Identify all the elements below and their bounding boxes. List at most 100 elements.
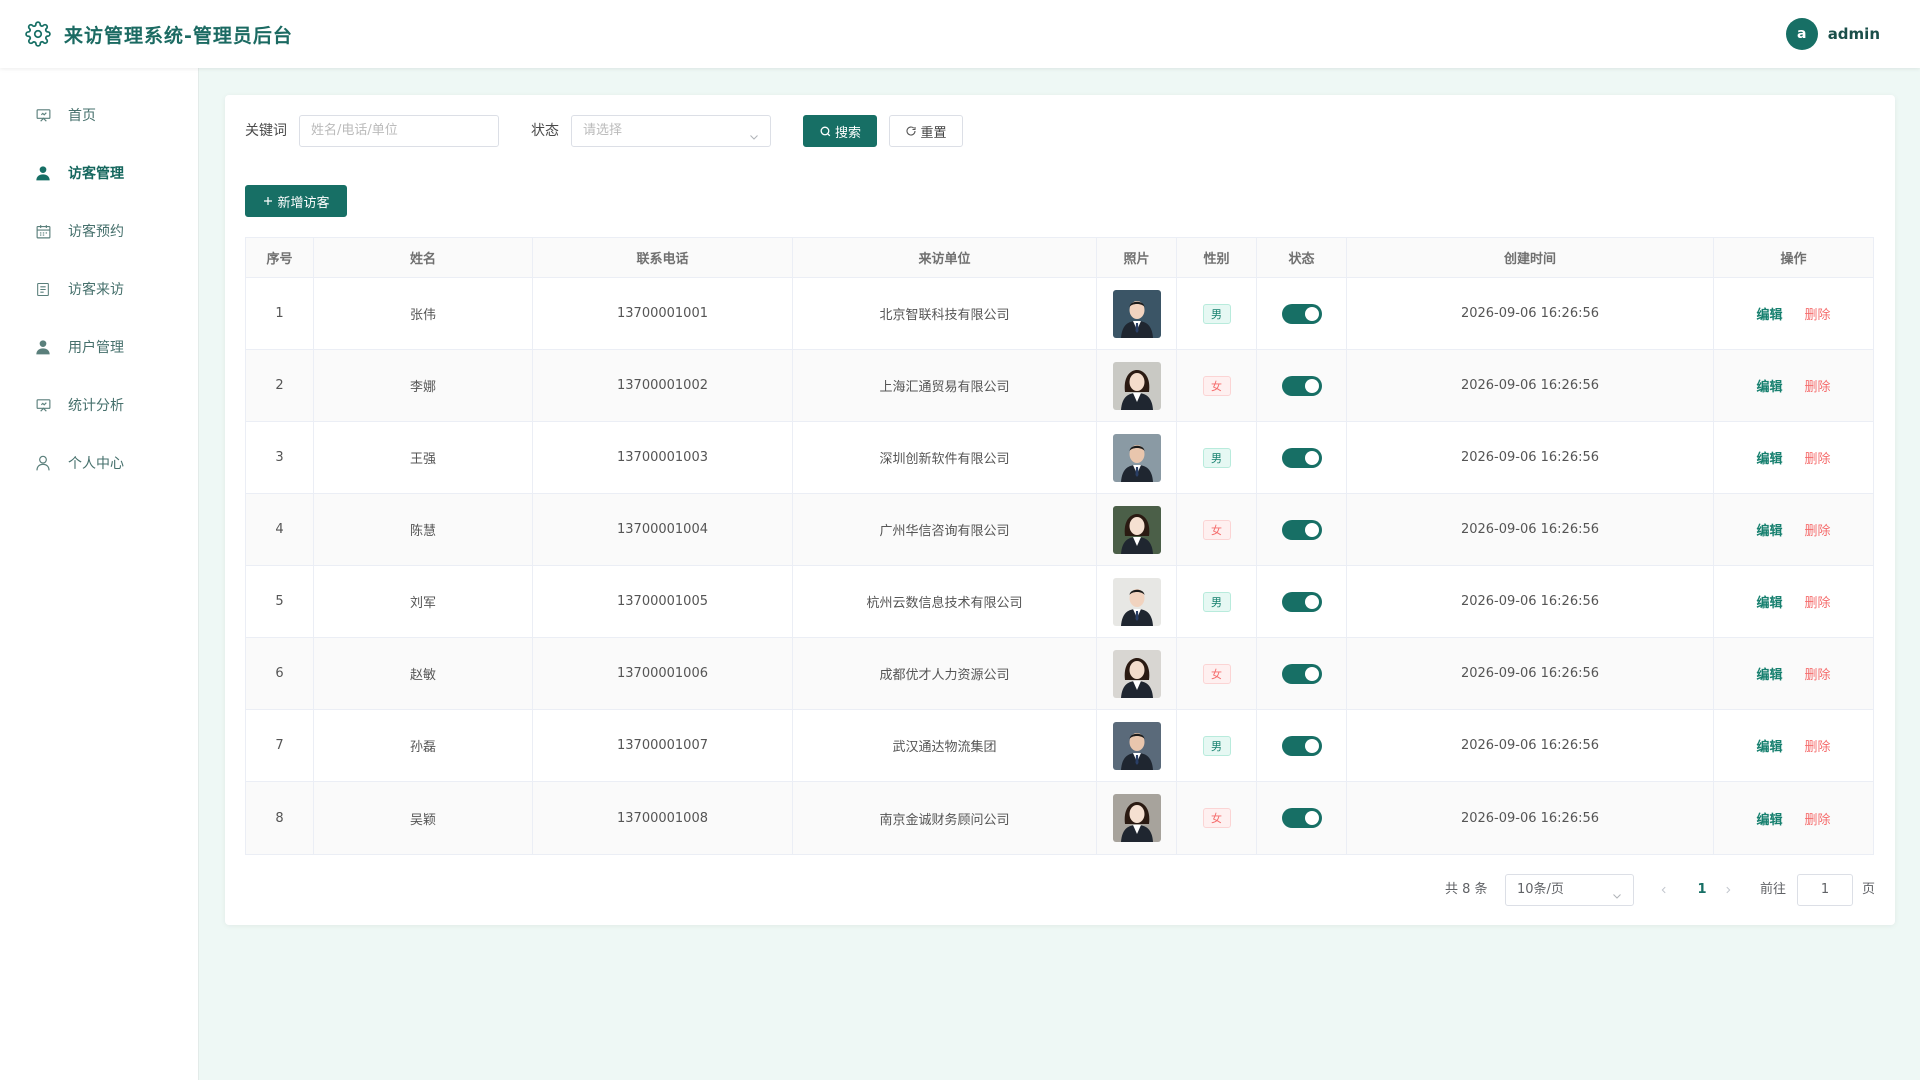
column-header: 创建时间: [1347, 238, 1714, 277]
gender-cell: 女: [1177, 350, 1257, 421]
status-select-placeholder: 请选择: [583, 123, 623, 138]
username[interactable]: admin: [1828, 25, 1880, 43]
row-index: 4: [246, 494, 314, 565]
column-header: 操作: [1780, 252, 1807, 267]
visitor-photo[interactable]: [1112, 505, 1161, 554]
edit-button[interactable]: 编辑: [1756, 736, 1782, 755]
status-toggle[interactable]: [1281, 663, 1322, 684]
status-toggle[interactable]: [1281, 808, 1322, 828]
toggle-knob: [1304, 522, 1319, 537]
visitor-company: 成都优才人力资源公司: [793, 638, 1097, 709]
visitor-company: 武汉通达物流集团: [793, 710, 1097, 781]
reset-button[interactable]: 重置: [889, 115, 963, 147]
gender-cell: 男: [1177, 278, 1257, 349]
gender-tag: 男: [1202, 735, 1231, 756]
delete-button[interactable]: 删除: [1805, 592, 1831, 611]
sidebar-item-label: 个人中心: [68, 456, 124, 472]
visitor-photo[interactable]: [1112, 794, 1161, 842]
page-size-select[interactable]: 10条/页: [1505, 874, 1634, 906]
chevron-right-icon: [1726, 886, 1731, 894]
status-toggle[interactable]: [1281, 375, 1322, 396]
edit-button[interactable]: 编辑: [1756, 809, 1782, 828]
status-toggle[interactable]: [1281, 591, 1322, 612]
status-label: 状态: [531, 123, 559, 139]
edit-button[interactable]: 编辑: [1756, 520, 1782, 539]
delete-button[interactable]: 删除: [1805, 664, 1831, 683]
user-icon: [34, 338, 52, 356]
sidebar-item-visitor-booking[interactable]: 访客预约: [0, 209, 199, 253]
toggle-knob: [1304, 738, 1319, 753]
visitor-photo[interactable]: [1112, 721, 1161, 770]
column-header: 照片: [1097, 238, 1177, 277]
delete-button[interactable]: 删除: [1805, 736, 1831, 755]
sidebar-item-label: 统计分析: [68, 398, 124, 414]
gender-cell: 男: [1177, 710, 1257, 781]
visitor-photo[interactable]: [1112, 289, 1161, 338]
page-number-current[interactable]: 1: [1690, 874, 1714, 906]
visitor-name: 李娜: [314, 350, 533, 421]
prev-page-button[interactable]: [1654, 874, 1674, 906]
edit-button[interactable]: 编辑: [1756, 592, 1782, 611]
chevron-down-icon: [748, 125, 760, 155]
row-index: 5: [246, 566, 314, 637]
user-menu[interactable]: a admin: [1785, 18, 1880, 50]
created-time: 2026-09-06 16:26:56: [1347, 710, 1714, 781]
gender-tag: 女: [1202, 375, 1231, 396]
status-cell: [1257, 278, 1347, 349]
keyword-label: 关键词: [245, 123, 287, 139]
delete-button[interactable]: 删除: [1805, 304, 1831, 323]
gender-tag: 女: [1202, 519, 1231, 540]
sidebar-item-user-management[interactable]: 用户管理: [0, 325, 199, 369]
visitor-company: 上海汇通贸易有限公司: [793, 350, 1097, 421]
sidebar-item-visitor-visits[interactable]: 访客来访: [0, 267, 199, 311]
column-header: 性别: [1177, 238, 1257, 277]
photo-cell: [1097, 494, 1177, 565]
status-toggle[interactable]: [1281, 447, 1322, 468]
visitor-phone: 13700001005: [533, 566, 793, 637]
visitor-photo[interactable]: [1112, 649, 1161, 698]
next-page-button[interactable]: [1718, 874, 1738, 906]
status-select[interactable]: 请选择: [571, 115, 771, 147]
delete-button[interactable]: 删除: [1805, 448, 1831, 467]
search-button-label: 搜索: [834, 125, 861, 141]
sidebar-item-home[interactable]: 首页: [0, 93, 199, 137]
gender-cell: 男: [1177, 422, 1257, 493]
delete-button[interactable]: 删除: [1805, 520, 1831, 539]
edit-button[interactable]: 编辑: [1756, 304, 1782, 323]
edit-button[interactable]: 编辑: [1756, 664, 1782, 683]
visitor-company: 杭州云数信息技术有限公司: [793, 566, 1097, 637]
table-row: 6 赵敏 13700001006 成都优才人力资源公司 女 2026-09-06 16:…: [246, 638, 1873, 710]
goto-page-input[interactable]: 1: [1797, 874, 1853, 906]
status-cell: [1257, 566, 1347, 637]
search-button[interactable]: 搜索: [803, 115, 877, 147]
avatar[interactable]: a: [1785, 18, 1818, 50]
status-cell: [1257, 422, 1347, 493]
created-time: 2026-09-06 16:26:56: [1347, 278, 1714, 349]
visitor-phone: 13700001006: [533, 638, 793, 709]
status-toggle[interactable]: [1281, 303, 1322, 324]
row-index: 8: [246, 782, 314, 854]
edit-button[interactable]: 编辑: [1756, 376, 1782, 395]
gender-cell: 女: [1177, 782, 1257, 854]
status-toggle[interactable]: [1281, 735, 1322, 756]
row-index: 6: [246, 638, 314, 709]
gender-tag: 男: [1202, 303, 1231, 324]
keyword-search-input[interactable]: 姓名/电话/单位: [299, 115, 499, 147]
visitor-photo[interactable]: [1112, 433, 1161, 482]
visitor-name: 赵敏: [314, 638, 533, 709]
edit-button[interactable]: 编辑: [1756, 448, 1782, 467]
photo-cell: [1097, 350, 1177, 421]
search-icon: [820, 126, 831, 136]
actions-cell: 编辑 删除: [1714, 278, 1873, 349]
visitor-photo[interactable]: [1112, 361, 1161, 410]
toggle-knob: [1304, 594, 1319, 609]
add-visitor-button[interactable]: 新增访客: [245, 185, 347, 217]
column-header: 序号: [246, 238, 314, 277]
delete-button[interactable]: 删除: [1805, 376, 1831, 395]
delete-button[interactable]: 删除: [1805, 809, 1831, 828]
sidebar-item-profile[interactable]: 个人中心: [0, 441, 199, 485]
sidebar-item-visitor-management[interactable]: 访客管理: [0, 151, 199, 195]
visitor-photo[interactable]: [1112, 577, 1161, 626]
sidebar-item-statistics[interactable]: 统计分析: [0, 383, 199, 427]
status-toggle[interactable]: [1281, 519, 1322, 540]
